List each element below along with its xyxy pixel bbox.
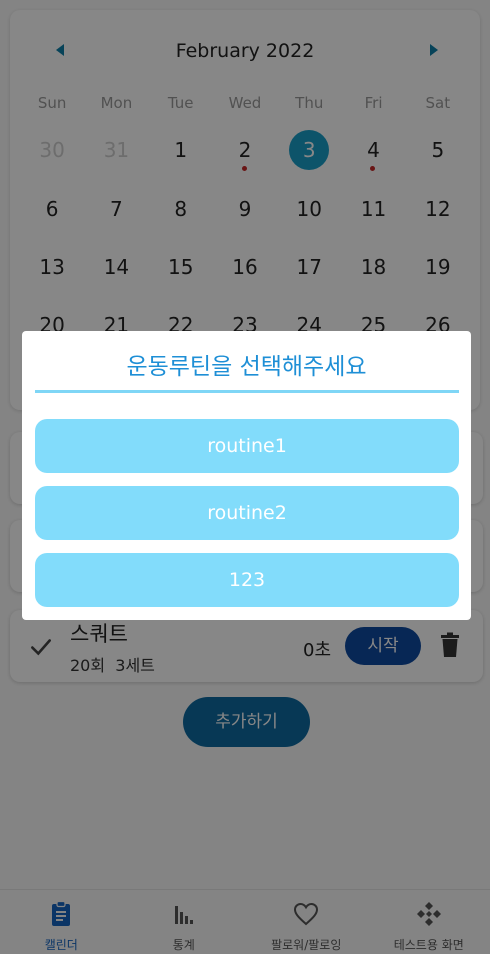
routine-option-button[interactable]: 123: [35, 553, 459, 607]
routine-option-button[interactable]: routine2: [35, 486, 459, 540]
dialog-title: 운동루틴을 선택해주세요: [126, 354, 367, 380]
routine-option-button[interactable]: routine1: [35, 419, 459, 473]
routine-select-dialog: 운동루틴을 선택해주세요 routine1 routine2 123: [22, 331, 471, 620]
divider: [35, 390, 459, 393]
